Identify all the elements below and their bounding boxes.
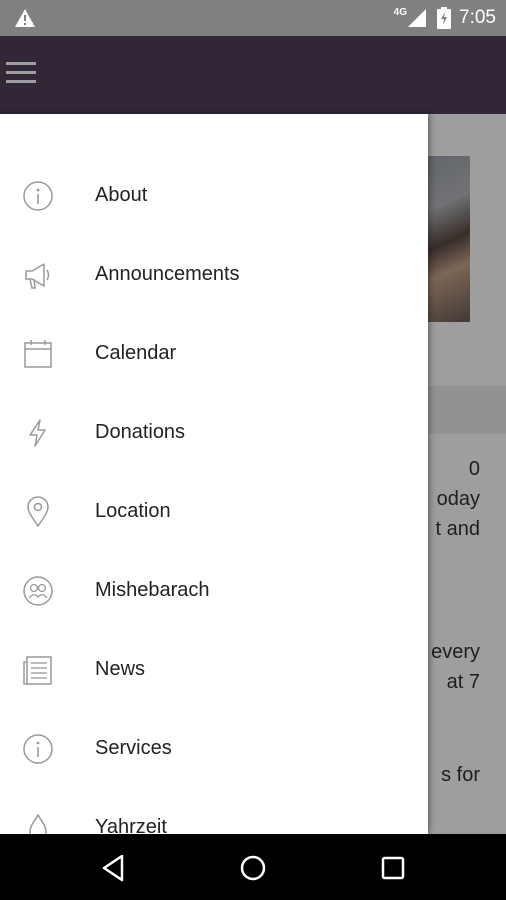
drawer-item-calendar[interactable]: Calendar: [0, 314, 428, 393]
drawer-item-about[interactable]: About: [0, 156, 428, 235]
status-bar: 4G 7:05: [0, 0, 506, 36]
drawer-item-label: About: [95, 184, 148, 206]
drawer-item-label: Announcements: [95, 263, 240, 285]
home-icon[interactable]: [237, 852, 269, 884]
screen: 0 oday t and every at 7 s for 4G 7:05 Ab…: [0, 0, 506, 900]
recents-icon[interactable]: [377, 852, 409, 884]
calendar-icon: [24, 340, 52, 368]
drawer-item-label: Mishebarach: [95, 579, 210, 601]
drawer-item-label: Yahrzeit: [95, 816, 167, 834]
drawer-item-label: News: [95, 658, 146, 680]
lightning-icon: [29, 419, 46, 447]
people-circle-icon: [23, 576, 53, 606]
battery-charging-icon: [437, 7, 452, 29]
newspaper-icon: [23, 656, 52, 685]
drawer-item-announcements[interactable]: Announcements: [0, 235, 428, 314]
drawer-item-mishebarach[interactable]: Mishebarach: [0, 551, 428, 630]
drawer-item-news[interactable]: News: [0, 630, 428, 709]
drawer-item-yahrzeit[interactable]: Yahrzeit: [0, 788, 428, 834]
drawer-item-location[interactable]: Location: [0, 472, 428, 551]
drawer-item-label: Services: [95, 737, 172, 759]
info-icon: [23, 734, 53, 764]
clock: 7:05: [459, 7, 496, 28]
drawer-item-label: Donations: [95, 421, 186, 443]
drawer-item-services[interactable]: Services: [0, 709, 428, 788]
navigation-drawer: About Announcements Calendar Donations L…: [0, 114, 428, 834]
flame-icon: [29, 813, 47, 834]
drawer-item-label: Calendar: [95, 342, 177, 364]
system-nav-bar: [0, 834, 506, 900]
warning-icon: [15, 9, 35, 27]
map-pin-icon: [27, 496, 49, 528]
drawer-item-donations[interactable]: Donations: [0, 393, 428, 472]
info-icon: [23, 181, 53, 211]
megaphone-icon: [25, 263, 50, 289]
network-type: 4G: [393, 6, 408, 18]
signal-icon: [408, 9, 427, 27]
back-icon[interactable]: [98, 852, 130, 884]
drawer-item-label: Location: [95, 500, 171, 522]
